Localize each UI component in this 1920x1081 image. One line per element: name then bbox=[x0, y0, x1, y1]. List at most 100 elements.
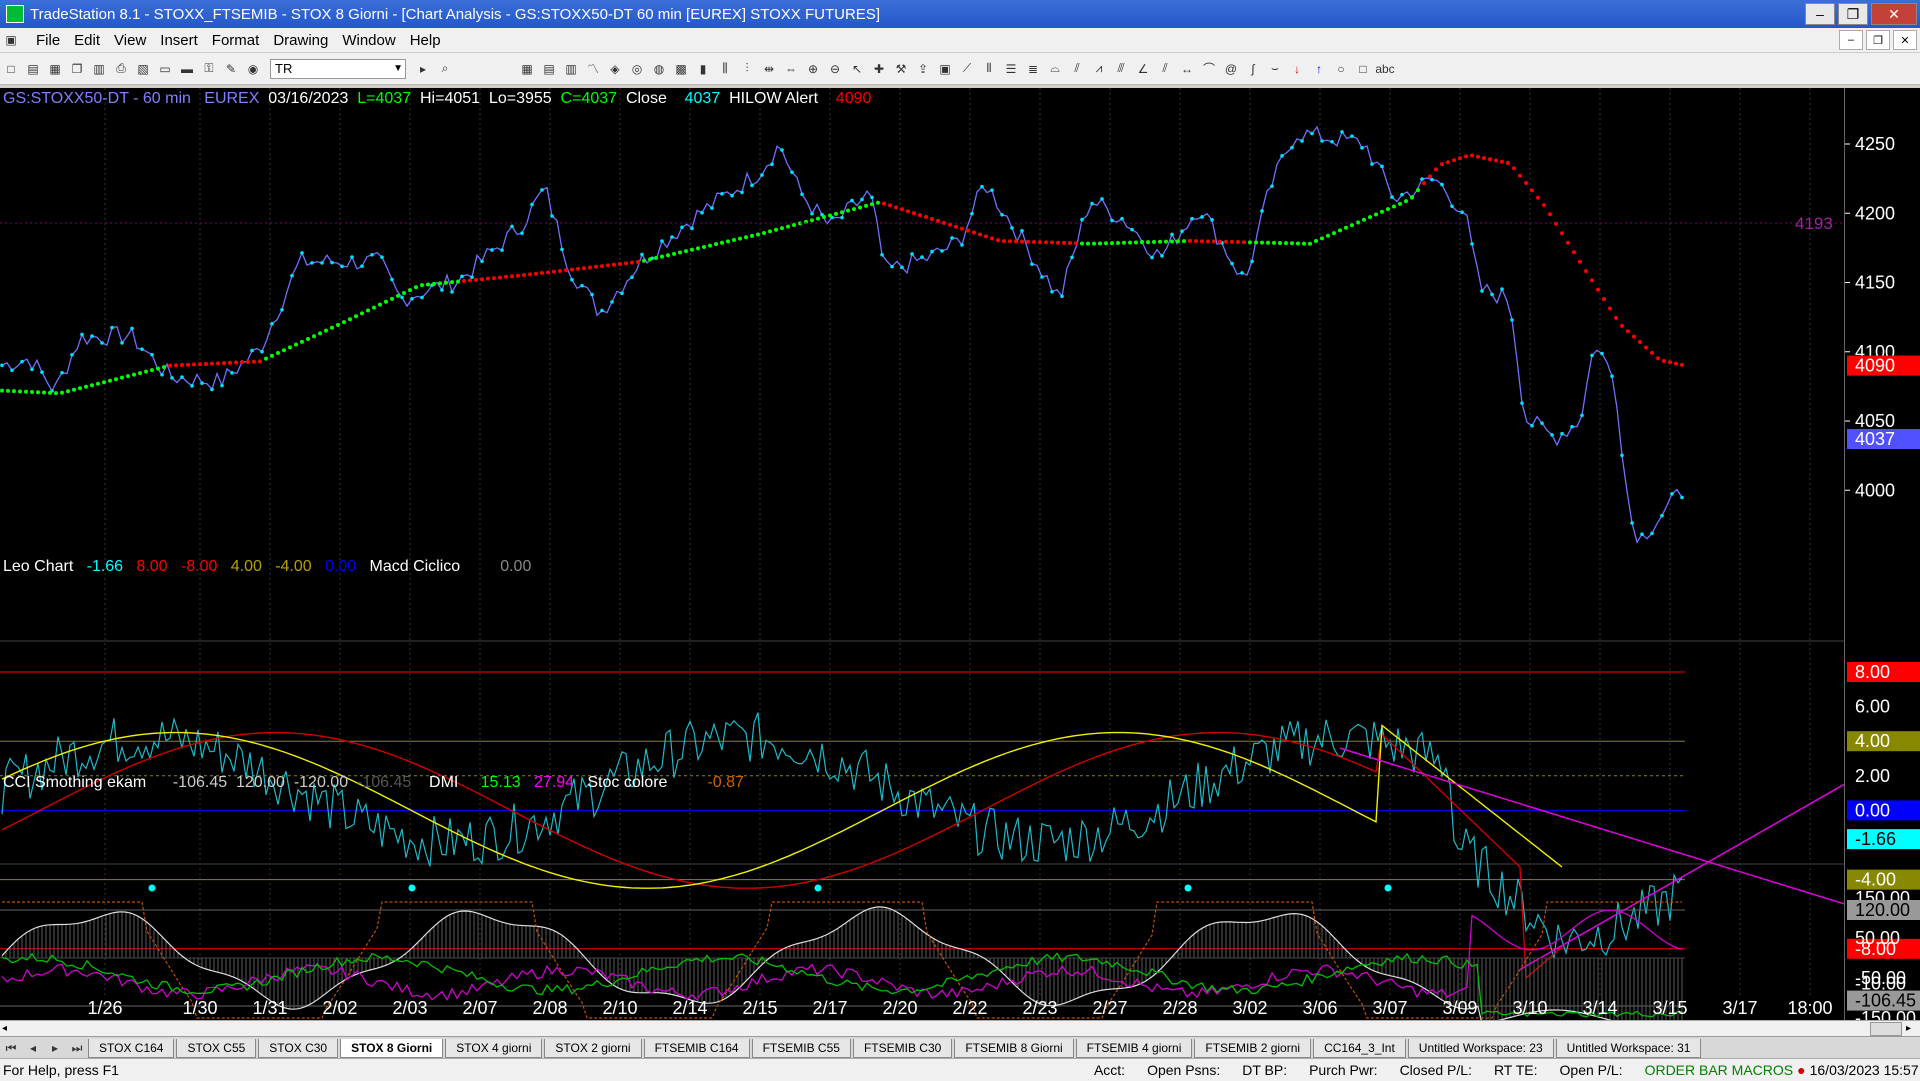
symbol-input[interactable]: TR ▼ bbox=[270, 58, 406, 79]
tab-ftsemib-c164[interactable]: FTSEMIB C164 bbox=[643, 1038, 750, 1058]
options-icon[interactable]: ◎ bbox=[628, 60, 646, 78]
tab-stox-2-giorni[interactable]: STOX 2 giorni bbox=[544, 1038, 642, 1058]
maximize-button[interactable]: ❐ bbox=[1838, 3, 1868, 25]
status-macros[interactable]: ORDER BAR MACROS bbox=[1645, 1062, 1794, 1078]
globe-icon[interactable]: ◉ bbox=[244, 60, 262, 78]
copy-icon[interactable]: ❐ bbox=[68, 60, 86, 78]
crosshair-icon[interactable]: ✚ bbox=[870, 60, 888, 78]
menu-insert[interactable]: Insert bbox=[160, 32, 198, 49]
menu-edit[interactable]: Edit bbox=[74, 32, 100, 49]
radar-icon[interactable]: ◍ bbox=[650, 60, 668, 78]
document-icon[interactable]: ▣ bbox=[2, 31, 20, 49]
circle-icon[interactable]: ○ bbox=[1332, 60, 1350, 78]
next-tab-icon[interactable]: ▸ bbox=[46, 1039, 64, 1057]
price-axis[interactable]: 4250 4200 4150 4100 4050 4000 4090 4037 8.00 6.00… bbox=[1844, 88, 1920, 1028]
tab-ftsemib-c55[interactable]: FTSEMIB C55 bbox=[751, 1038, 851, 1058]
layout-icon[interactable]: ▬ bbox=[178, 60, 196, 78]
curve-icon[interactable]: ⌣ bbox=[1266, 60, 1284, 78]
menu-file[interactable]: File bbox=[36, 32, 60, 49]
spiral-icon[interactable]: @ bbox=[1222, 60, 1240, 78]
mdi-minimize-button[interactable]: – bbox=[1839, 30, 1863, 50]
tab-stox-c164[interactable]: STOX C164 bbox=[88, 1038, 175, 1058]
angle-icon[interactable]: ∠ bbox=[1134, 60, 1152, 78]
open-icon[interactable]: ▤ bbox=[24, 60, 42, 78]
format-icon[interactable]: ▣ bbox=[936, 60, 954, 78]
minimize-button[interactable]: – bbox=[1805, 3, 1835, 25]
gann-icon[interactable]: ⌓ bbox=[1046, 60, 1064, 78]
pointer-icon[interactable]: ↖ bbox=[848, 60, 866, 78]
tab-ftsemib-2-giorni[interactable]: FTSEMIB 2 giorni bbox=[1194, 1038, 1312, 1058]
new-icon[interactable]: □ bbox=[2, 60, 20, 78]
scroll-left-icon[interactable]: ◂ bbox=[2, 1023, 7, 1034]
scanner-icon[interactable]: ◈ bbox=[606, 60, 624, 78]
arrow-both-icon[interactable]: ↔ bbox=[1178, 60, 1196, 78]
wrench-icon[interactable]: ⚒ bbox=[892, 60, 910, 78]
tab-ftsemib-4-giorni[interactable]: FTSEMIB 4 giorni bbox=[1075, 1038, 1193, 1058]
lock-icon[interactable]: ⚿ bbox=[200, 60, 218, 78]
calendar-icon[interactable]: ▥ bbox=[562, 60, 580, 78]
rectangle-icon[interactable]: □ bbox=[1354, 60, 1372, 78]
play-icon[interactable]: ▸ bbox=[414, 60, 432, 78]
arc-icon[interactable]: ⌒ bbox=[1200, 60, 1218, 78]
arrow-up-icon[interactable]: ↑ bbox=[1310, 60, 1328, 78]
vertical-lines-icon[interactable]: ⦀ bbox=[980, 60, 998, 78]
prev-tab-icon[interactable]: ◂ bbox=[24, 1039, 42, 1057]
first-tab-icon[interactable]: ⏮ bbox=[2, 1039, 20, 1057]
scroll-thumb[interactable] bbox=[1870, 1022, 1902, 1036]
price-point-30 bbox=[300, 251, 304, 255]
parallel-icon[interactable]: ⫽ bbox=[1156, 60, 1174, 78]
horizontal-lines-icon[interactable]: ☰ bbox=[1002, 60, 1020, 78]
tab-ftsemib-8-giorni[interactable]: FTSEMIB 8 Giorni bbox=[954, 1038, 1074, 1058]
bar-icon[interactable]: ▮ bbox=[694, 60, 712, 78]
x-axis-label-16: 3/02 bbox=[1232, 998, 1267, 1018]
menu-format[interactable]: Format bbox=[212, 32, 260, 49]
mdi-restore-button[interactable]: ❐ bbox=[1866, 30, 1890, 50]
chart-icon[interactable]: 〽 bbox=[584, 60, 602, 78]
zoom-out-icon[interactable]: ⊖ bbox=[826, 60, 844, 78]
export-icon[interactable]: ⇪ bbox=[914, 60, 932, 78]
speed-lines-icon[interactable]: ⫽ bbox=[1068, 60, 1086, 78]
chevron-down-icon[interactable]: ▼ bbox=[393, 60, 403, 78]
matrix-icon[interactable]: ▩ bbox=[672, 60, 690, 78]
tab-untitled-23[interactable]: Untitled Workspace: 23 bbox=[1407, 1038, 1554, 1058]
print-icon[interactable]: ⎙ bbox=[112, 60, 130, 78]
zoom-in-icon[interactable]: ⊕ bbox=[804, 60, 822, 78]
tab-stox-8-giorni[interactable]: STOX 8 Giorni bbox=[340, 1038, 444, 1058]
tab-cc164-3-int[interactable]: CC164_3_Int bbox=[1313, 1038, 1406, 1058]
menu-drawing[interactable]: Drawing bbox=[273, 32, 328, 49]
expand-icon[interactable]: ⇔ bbox=[782, 60, 800, 78]
paste-icon[interactable]: ▥ bbox=[90, 60, 108, 78]
andrews-icon[interactable]: ⩘ bbox=[1090, 60, 1108, 78]
table-icon[interactable]: ▤ bbox=[540, 60, 558, 78]
arrow-down-icon[interactable]: ↓ bbox=[1288, 60, 1306, 78]
freehand-icon[interactable]: ∫ bbox=[1244, 60, 1262, 78]
tab-stox-c30[interactable]: STOX C30 bbox=[258, 1038, 339, 1058]
price-point-78 bbox=[780, 148, 784, 152]
menu-help[interactable]: Help bbox=[410, 32, 441, 49]
menu-view[interactable]: View bbox=[114, 32, 146, 49]
pencil-icon[interactable]: ✎ bbox=[222, 60, 240, 78]
text-icon[interactable]: abc bbox=[1375, 60, 1394, 78]
print-preview-icon[interactable]: ▧ bbox=[134, 60, 152, 78]
tab-stox-4-giorni[interactable]: STOX 4 giorni bbox=[445, 1038, 543, 1058]
bars-icon[interactable]: ⫶ bbox=[738, 60, 756, 78]
menu-window[interactable]: Window bbox=[342, 32, 395, 49]
last-tab-icon[interactable]: ⏭ bbox=[68, 1039, 86, 1057]
chart-area[interactable]: 4193 1/26 1/30 1/31 2/02 2/03 2/07 2/08 2/10 2/14… bbox=[0, 88, 1844, 1020]
window-icon[interactable]: ▭ bbox=[156, 60, 174, 78]
trendline-icon[interactable]: ⟋ bbox=[958, 60, 976, 78]
mdi-close-button[interactable]: ✕ bbox=[1893, 30, 1917, 50]
search-icon[interactable]: ⌕ bbox=[436, 60, 454, 78]
tab-ftsemib-c30[interactable]: FTSEMIB C30 bbox=[852, 1038, 953, 1058]
grid-icon[interactable]: ▦ bbox=[518, 60, 536, 78]
close-button[interactable]: ✕ bbox=[1871, 3, 1917, 25]
tab-untitled-31[interactable]: Untitled Workspace: 31 bbox=[1555, 1038, 1702, 1058]
save-icon[interactable]: ▦ bbox=[46, 60, 64, 78]
tab-stox-c55[interactable]: STOX C55 bbox=[176, 1038, 257, 1058]
candle-icon[interactable]: ⫼ bbox=[716, 60, 734, 78]
shrink-icon[interactable]: ⇹ bbox=[760, 60, 778, 78]
scroll-right-icon[interactable]: ▸ bbox=[1906, 1023, 1911, 1034]
horizontal-scrollbar[interactable]: ◂ ▸ bbox=[0, 1020, 1920, 1037]
channel-icon[interactable]: ⫻ bbox=[1112, 60, 1130, 78]
fibonacci-icon[interactable]: ≣ bbox=[1024, 60, 1042, 78]
